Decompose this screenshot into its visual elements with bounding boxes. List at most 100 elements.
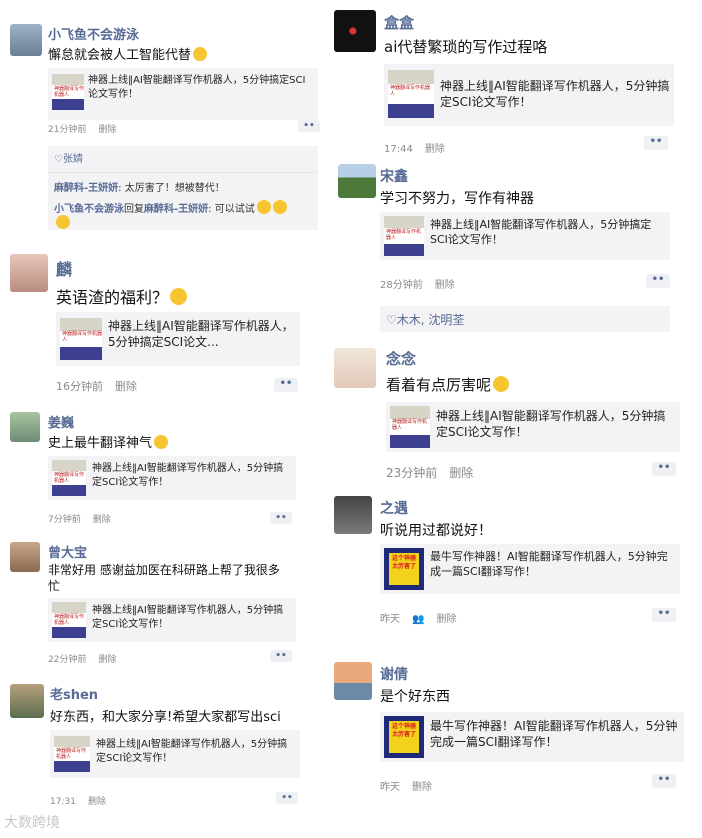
poster-name[interactable]: 姜巍 (48, 412, 74, 431)
shared-link-card[interactable]: 神器翻译写作机器人 神器上线‖AI智能翻译写作机器人，5分钟搞定SCI论文... (56, 312, 300, 366)
moment-card: 宋鑫 学习不努力，写作有神器 神器翻译写作机器人 神器上线‖AI智能翻译写作机器… (330, 160, 676, 338)
thumbs-up-emoji-icon (493, 376, 510, 392)
avatar[interactable] (338, 164, 376, 198)
poster-name[interactable]: 麟 (56, 256, 72, 280)
more-options-button[interactable]: •• (270, 512, 292, 524)
link-thumbnail: 神器翻译写作机器人 (60, 318, 102, 360)
post-meta: 22分钟前 删除 (48, 652, 128, 665)
delete-link[interactable]: 删除 (425, 144, 445, 155)
avatar[interactable] (10, 684, 44, 718)
link-title: 神器上线‖AI智能翻译写作机器人，5分钟搞定SCI论文... (108, 319, 294, 350)
link-thumbnail: 神器翻译写作机器人 (54, 736, 90, 772)
post-meta: 16分钟前 删除 (56, 378, 149, 394)
heart-icon: ♡ (386, 313, 397, 327)
link-title: 神器上线‖AI智能翻译写作机器人，5分钟搞定SCI论文写作！ (440, 79, 670, 110)
poster-name[interactable]: 老shen (50, 684, 98, 703)
post-meta: 昨天 👥 删除 (380, 610, 468, 625)
more-options-button[interactable]: •• (652, 608, 676, 622)
avatar[interactable] (10, 542, 40, 572)
more-options-button[interactable]: •• (270, 650, 292, 662)
shared-link-card[interactable]: 神器翻译写作机器人 神器上线‖AI智能翻译写作机器人，5分钟搞定SCI论文写作！ (48, 456, 296, 500)
link-thumbnail: 神器翻译写作机器人 (390, 406, 430, 448)
link-title: 神器上线‖AI智能翻译写作机器人，5分钟搞定SCI论文写作！ (430, 218, 652, 246)
link-title: 神器上线‖AI智能翻译写作机器人，5分钟搞定SCI论文写作！ (92, 605, 284, 630)
post-meta: 17:44 删除 (384, 140, 457, 155)
post-text: 懈怠就会被人工智能代替 (48, 44, 208, 63)
post-text: 好东西，和大家分享!希望大家都写出sci (50, 710, 281, 725)
delete-link[interactable]: 删除 (115, 380, 137, 393)
emoji-icon (56, 215, 70, 229)
heart-icon: ♡ (54, 154, 63, 165)
poster-name[interactable]: 念念 (386, 348, 416, 369)
post-text: 学习不努力，写作有神器 (380, 191, 534, 207)
post-time: 昨天 (380, 782, 400, 793)
delete-link[interactable]: 删除 (88, 797, 106, 807)
poster-name[interactable]: 之遇 (380, 498, 408, 518)
more-options-button[interactable]: •• (274, 378, 298, 392)
comment[interactable]: 麻醉科-王妍妍: 太厉害了！想被替代！ (54, 179, 312, 194)
delete-link[interactable]: 删除 (412, 782, 432, 793)
shared-link-card[interactable]: 神器翻译写作机器人 神器上线‖AI智能翻译写作机器人，5分钟搞定SCI论文写作！ (380, 212, 670, 260)
avatar[interactable] (10, 24, 42, 56)
poster-name[interactable]: 盒盒 (384, 12, 414, 33)
more-options-button[interactable]: •• (652, 462, 676, 476)
more-options-button[interactable]: •• (644, 136, 668, 150)
avatar[interactable] (10, 254, 48, 292)
delete-link[interactable]: 删除 (98, 655, 116, 665)
more-options-button[interactable]: •• (276, 792, 298, 804)
shared-link-card[interactable]: 神器翻译写作机器人 神器上线‖AI智能翻译写作机器人，5分钟搞定SCI论文写作！ (48, 68, 318, 120)
comment-reply[interactable]: 小飞鱼不会游泳回复麻醉科-王妍妍: 可以试试 (54, 200, 312, 230)
post-time: 昨天 (380, 614, 400, 625)
likes-and-comments: ♡张婧 麻醉科-王妍妍: 太厉害了！想被替代！ 小飞鱼不会游泳回复麻醉科-王妍妍… (48, 146, 318, 230)
poster-name[interactable]: 曾大宝 (48, 542, 87, 561)
likes-names[interactable]: 木木, 沈明荃 (397, 313, 465, 327)
post-time: 17:31 (50, 797, 76, 807)
delete-link[interactable]: 删除 (436, 614, 456, 625)
likes-row: ♡木木, 沈明荃 (380, 306, 670, 332)
avatar[interactable] (334, 496, 372, 534)
shared-link-card[interactable]: 神器翻译写作机器人 神器上线‖AI智能翻译写作机器人，5分钟搞定SCI论文写作！ (386, 402, 680, 452)
poster-name[interactable]: 小飞鱼不会游泳 (48, 24, 139, 43)
sweat-smile-emoji-icon (193, 47, 208, 61)
post-text: 听说用过都说好！ (380, 523, 492, 539)
post-time: 16分钟前 (56, 380, 103, 393)
delete-link[interactable]: 删除 (435, 280, 455, 291)
post-time: 7分钟前 (48, 515, 81, 525)
moment-card: 盒盒 ai代替繁琐的写作过程咯 神器翻译写作机器人 神器上线‖AI智能翻译写作机… (330, 4, 680, 156)
emoji-icon (272, 200, 287, 214)
delete-link[interactable]: 删除 (449, 466, 473, 480)
likes-names[interactable]: 张婧 (63, 154, 83, 165)
link-title: 神器上线‖AI智能翻译写作机器人，5分钟搞定SCI论文写作！ (92, 463, 284, 488)
avatar[interactable] (10, 412, 40, 442)
link-title: 神器上线‖AI智能翻译写作机器人，5分钟搞定SCI论文写作！ (96, 739, 288, 764)
post-time: 28分钟前 (380, 280, 423, 291)
avatar[interactable] (334, 10, 376, 52)
post-text: 非常好用 感谢益加医在科研路上帮了我很多忙 (48, 563, 280, 593)
post-text: 看着有点厉害呢 (386, 374, 510, 395)
more-options-button[interactable]: •• (652, 774, 676, 788)
shared-link-card[interactable]: 神器翻译写作机器人 神器上线‖AI智能翻译写作机器人，5分钟搞定SCI论文写作！ (48, 598, 296, 642)
moment-card: 麟 英语渣的福利？ 神器翻译写作机器人 神器上线‖AI智能翻译写作机器人，5分钟… (6, 248, 310, 398)
shared-link-card[interactable]: 这个神器 太厉害了 最牛写作神器！AI智能翻译写作机器人，5分钟完成一篇SCI翻… (380, 712, 684, 762)
post-meta: 23分钟前 删除 (386, 464, 485, 481)
friends-visibility-icon: 👥 (412, 614, 425, 625)
post-meta: 17:31 删除 (50, 794, 118, 807)
link-title: 神器上线‖AI智能翻译写作机器人，5分钟搞定SCI论文写作！ (436, 409, 666, 440)
post-meta: 28分钟前 删除 (380, 276, 467, 291)
avatar[interactable] (334, 348, 376, 388)
link-thumbnail: 神器翻译写作机器人 (52, 460, 86, 496)
post-meta: 21分钟前 删除 (48, 122, 128, 135)
shared-link-card[interactable]: 神器翻译写作机器人 神器上线‖AI智能翻译写作机器人，5分钟搞定SCI论文写作！ (384, 64, 674, 126)
post-time: 23分钟前 (386, 466, 438, 480)
more-options-button[interactable]: •• (646, 274, 670, 288)
avatar[interactable] (334, 662, 372, 700)
delete-link[interactable]: 删除 (93, 515, 111, 525)
shared-link-card[interactable]: 这个神器 太厉害了 最牛写作神器！AI智能翻译写作机器人，5分钟完成一篇SCI翻… (380, 544, 680, 594)
link-thumbnail: 神器翻译写作机器人 (52, 602, 86, 638)
moment-card: 之遇 听说用过都说好！ 这个神器 太厉害了 最牛写作神器！AI智能翻译写作机器人… (330, 492, 686, 638)
poster-name[interactable]: 宋鑫 (380, 166, 408, 186)
shared-link-card[interactable]: 神器翻译写作机器人 神器上线‖AI智能翻译写作机器人，5分钟搞定SCI论文写作！ (50, 730, 300, 778)
poster-name[interactable]: 谢倩 (380, 664, 408, 684)
delete-link[interactable]: 删除 (98, 125, 116, 135)
more-options-button[interactable]: •• (298, 120, 320, 132)
